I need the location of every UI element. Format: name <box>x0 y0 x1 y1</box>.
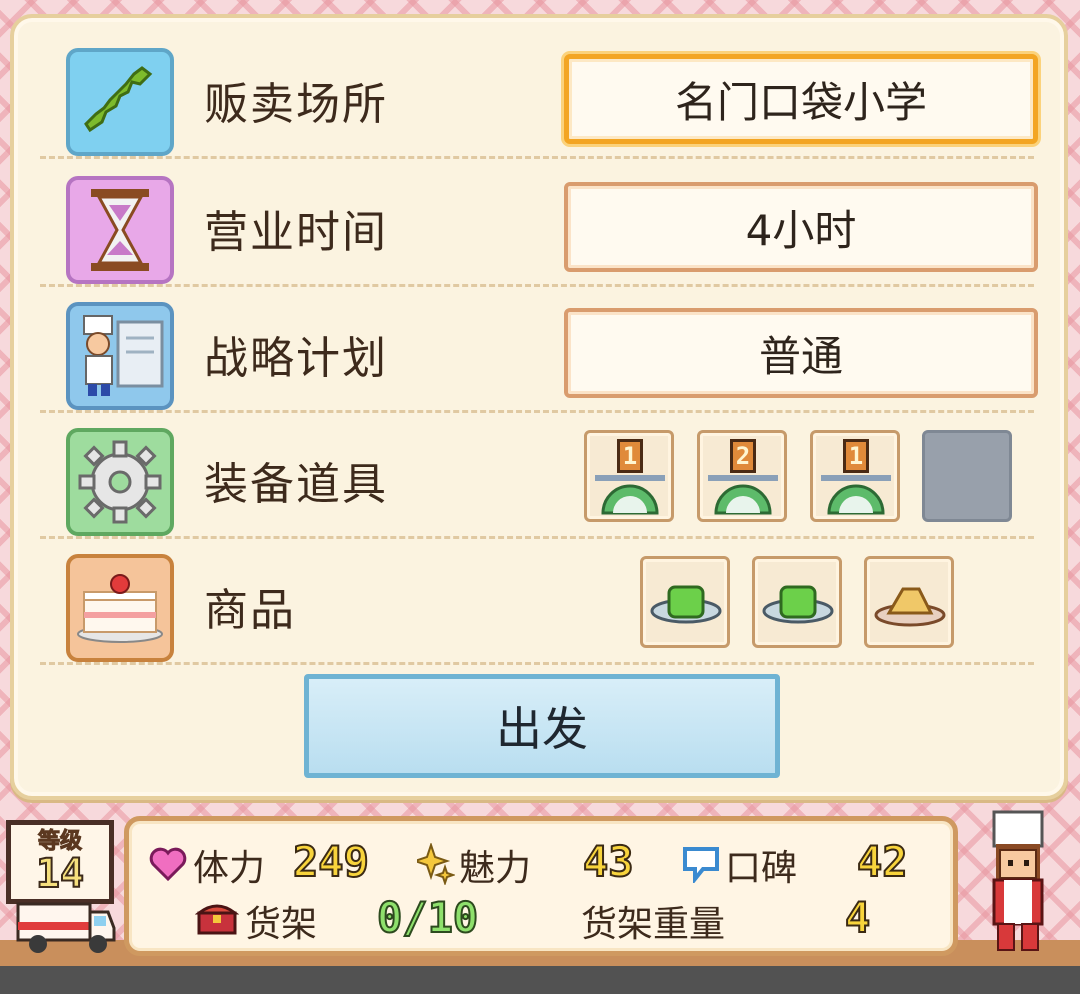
speech-bubble-icon <box>683 847 719 883</box>
sparkle-icon <box>417 843 455 885</box>
equipment-level-badge: 1 <box>617 439 643 473</box>
stamina-label: 体力 <box>193 848 266 889</box>
departure-panel: 贩卖场所 名门口袋小学 营业时间 4小时 战略计划 普通 装备道具 1 2 1 … <box>10 14 1068 800</box>
row-equipment: 装备道具 1 2 1 <box>54 406 1054 536</box>
charm-value: 43 <box>582 836 635 887</box>
row-label: 战略计划 <box>204 333 388 384</box>
chef-strategy-icon <box>66 302 174 410</box>
level-box: 等级 14 <box>6 820 114 904</box>
equipment-level-badge: 2 <box>730 439 756 473</box>
product-slot[interactable] <box>640 556 730 648</box>
row-label: 装备道具 <box>204 459 388 510</box>
shelf-weight-label: 货架重量 <box>581 904 726 945</box>
floor-shadow <box>0 966 1080 994</box>
depart-button[interactable]: 出发 <box>304 674 780 778</box>
treasure-chest-icon <box>195 904 239 935</box>
equipment-slot[interactable]: 1 <box>810 430 900 522</box>
equipment-slot[interactable]: 2 <box>697 430 787 522</box>
hourglass-icon <box>66 176 174 284</box>
scale-icon <box>595 475 665 515</box>
row-label: 商品 <box>204 585 296 636</box>
row-label: 营业时间 <box>204 207 388 258</box>
scale-icon <box>821 475 891 515</box>
row-business-hours: 营业时间 4小时 <box>54 154 1054 284</box>
product-slot[interactable] <box>864 556 954 648</box>
stamina-value: 249 <box>292 836 370 887</box>
green-dish-icon <box>762 585 834 624</box>
shelf-value: 0/10 <box>376 892 479 943</box>
sales-location-selector[interactable]: 名门口袋小学 <box>564 54 1038 144</box>
shelf-weight-value: 4 <box>844 892 871 943</box>
food-truck-icon <box>16 902 116 953</box>
heart-icon <box>149 847 187 881</box>
equipment-level-badge: 1 <box>843 439 869 473</box>
pastry-dish-icon <box>874 587 946 627</box>
reputation-label: 口碑 <box>725 848 798 889</box>
level-number: 14 <box>35 851 85 897</box>
equipment-slot-empty[interactable] <box>922 430 1012 522</box>
japan-map-icon <box>66 48 174 156</box>
cake-icon <box>66 554 174 662</box>
row-strategy: 战略计划 普通 <box>54 280 1054 410</box>
green-dish-icon <box>650 585 722 624</box>
equipment-slot[interactable]: 1 <box>584 430 674 522</box>
strategy-selector[interactable]: 普通 <box>564 308 1038 398</box>
row-sales-location: 贩卖场所 名门口袋小学 <box>54 26 1054 156</box>
row-products: 商品 <box>54 532 1054 662</box>
status-panel: 体力 249 魅力 43 口碑 42 货架 0/10 货架重量 4 <box>124 816 958 956</box>
charm-label: 魅力 <box>459 848 532 889</box>
business-hours-selector[interactable]: 4小时 <box>564 182 1038 272</box>
row-label: 贩卖场所 <box>204 79 388 130</box>
divider <box>40 662 1034 665</box>
reputation-value: 42 <box>856 836 909 887</box>
shelf-label: 货架 <box>245 904 318 945</box>
chef-character-icon <box>992 810 1044 951</box>
product-slot[interactable] <box>752 556 842 648</box>
scale-icon <box>708 475 778 515</box>
gear-icon <box>66 428 174 536</box>
